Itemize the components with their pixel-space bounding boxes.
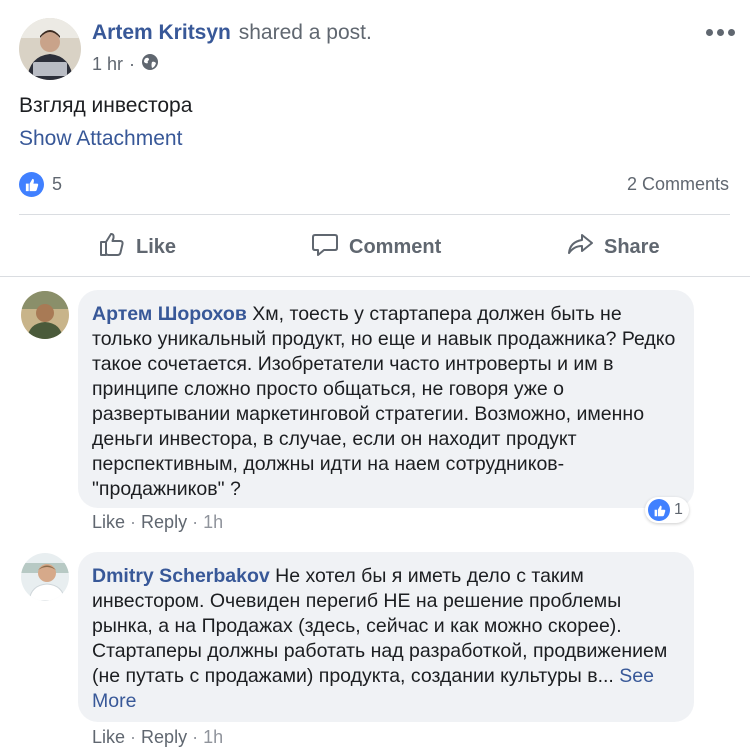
reaction-summary[interactable]: 5 bbox=[19, 172, 62, 197]
globe-icon bbox=[141, 53, 159, 76]
comment-icon bbox=[311, 230, 339, 264]
action-bar: Like Comment Share bbox=[0, 226, 750, 268]
comment-button-label: Comment bbox=[349, 235, 442, 258]
commenter-name[interactable]: Артем Шорохов bbox=[92, 303, 247, 325]
like-reaction-icon bbox=[19, 172, 44, 197]
share-icon bbox=[566, 230, 594, 264]
author-action: shared a post. bbox=[238, 21, 372, 44]
post-meta: 1 hr · bbox=[92, 53, 159, 76]
commenter-avatar[interactable] bbox=[21, 291, 69, 339]
comment-actions: Like · Reply · 1h bbox=[92, 727, 223, 748]
reactions-count: 5 bbox=[52, 174, 63, 194]
like-button[interactable]: Like bbox=[98, 226, 176, 268]
post-time[interactable]: 1 hr bbox=[92, 54, 123, 75]
meta-separator: · bbox=[129, 54, 136, 74]
comment-like-link[interactable]: Like bbox=[92, 727, 125, 747]
separator: · bbox=[130, 512, 142, 532]
post-header: Artem Kritsyn shared a post. 1 hr · bbox=[0, 0, 750, 90]
comment-reactions-count: 1 bbox=[674, 501, 683, 518]
comments-count[interactable]: 2 Comments bbox=[627, 174, 729, 195]
author-line: Artem Kritsyn shared a post. bbox=[92, 21, 372, 45]
author-name[interactable]: Artem Kritsyn bbox=[92, 21, 231, 44]
comment-bubble: Dmitry Scherbakov Не хотел бы я иметь де… bbox=[78, 552, 694, 722]
like-button-label: Like bbox=[136, 235, 177, 258]
thumbs-up-icon bbox=[98, 230, 126, 264]
divider bbox=[19, 214, 730, 215]
comment-reactions[interactable]: 1 bbox=[645, 497, 689, 523]
comment-time[interactable]: 1h bbox=[203, 727, 223, 747]
comment-reply-link[interactable]: Reply bbox=[141, 512, 187, 532]
comments-divider bbox=[0, 276, 750, 277]
comment-text: Хм, тоесть у стартапера должен быть не т… bbox=[92, 303, 676, 500]
share-button-label: Share bbox=[604, 235, 660, 258]
more-options-icon[interactable] bbox=[706, 22, 740, 42]
share-button[interactable]: Share bbox=[566, 226, 660, 268]
separator: · bbox=[130, 727, 142, 747]
comment-time[interactable]: 1h bbox=[203, 512, 223, 532]
show-attachment-link[interactable]: Show Attachment bbox=[19, 127, 182, 151]
commenter-name[interactable]: Dmitry Scherbakov bbox=[92, 565, 270, 587]
post-text: Взгляд инвестора bbox=[19, 94, 193, 117]
commenter-avatar[interactable] bbox=[21, 553, 69, 601]
author-avatar[interactable] bbox=[19, 18, 81, 80]
separator: · bbox=[192, 512, 204, 532]
comment-button[interactable]: Comment bbox=[311, 226, 441, 268]
comment-reply-link[interactable]: Reply bbox=[141, 727, 187, 747]
comment-like-link[interactable]: Like bbox=[92, 512, 125, 532]
comment-bubble: Артем Шорохов Хм, тоесть у стартапера до… bbox=[78, 290, 694, 508]
like-reaction-icon bbox=[648, 499, 670, 521]
separator: · bbox=[192, 727, 204, 747]
comment-actions: Like · Reply · 1h bbox=[92, 512, 223, 533]
